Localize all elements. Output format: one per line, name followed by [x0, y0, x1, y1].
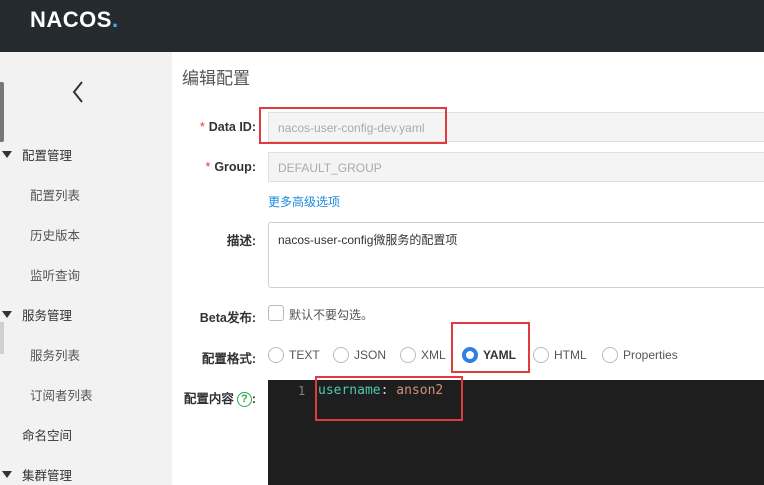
group-field[interactable]: DEFAULT_GROUP [268, 152, 764, 182]
beta-checkbox-label: 默认不要勾选。 [289, 308, 374, 322]
radio-circle-icon [533, 347, 549, 363]
format-radio-yaml[interactable]: YAML [462, 346, 516, 364]
sidebar-item-config-list[interactable]: 配置列表 [30, 184, 80, 204]
radio-circle-icon [268, 347, 284, 363]
data-id-label: * Data ID: [199, 120, 256, 134]
radio-circle-icon [602, 347, 618, 363]
sidebar-scroll-indicator [0, 322, 4, 354]
format-radio-xml[interactable]: XML [400, 346, 446, 364]
sidebar-item-namespace[interactable]: 命名空间 [22, 424, 72, 444]
sidebar: 配置管理 配置列表 历史版本 监听查询 服务管理 服务列表 订阅者列表 命名空间… [0, 52, 172, 485]
edit-config-panel: 编辑配置 * Data ID: nacos-user-config-dev.yam… [172, 52, 764, 485]
sidebar-drag-handle[interactable] [0, 82, 4, 142]
sidebar-group-service[interactable]: 服务管理 [0, 304, 72, 324]
help-icon[interactable]: ? [236, 392, 252, 408]
sidebar-item-subscriber-list[interactable]: 订阅者列表 [30, 384, 93, 404]
sidebar-group-cluster[interactable]: 集群管理 [0, 464, 72, 484]
sidebar-item-service-list[interactable]: 服务列表 [30, 344, 80, 364]
radio-circle-icon [400, 347, 416, 363]
triangle-down-icon [2, 150, 12, 158]
sidebar-item-history[interactable]: 历史版本 [30, 224, 80, 244]
config-content-editor[interactable]: 1 username: anson2 [268, 380, 764, 485]
radio-selected-icon [462, 347, 478, 363]
radio-circle-icon [333, 347, 349, 363]
format-radio-text[interactable]: TEXT [268, 346, 320, 364]
triangle-down-icon [2, 470, 12, 478]
code-line[interactable]: username: anson2 [318, 383, 443, 398]
format-label: 配置格式: [201, 352, 256, 366]
collapse-sidebar-button[interactable] [66, 78, 92, 106]
page-title: 编辑配置 [182, 69, 250, 88]
triangle-down-icon [2, 310, 12, 318]
description-label: 描述: [226, 234, 256, 248]
sidebar-group-config[interactable]: 配置管理 [0, 144, 72, 164]
group-label: * Group: [205, 160, 256, 174]
format-radio-properties[interactable]: Properties [602, 346, 678, 364]
editor-gutter [268, 380, 312, 485]
beta-label: Beta发布: [199, 311, 256, 325]
content-label: 配置内容?: [183, 392, 256, 408]
nacos-logo[interactable]: NACOS. [30, 7, 119, 33]
data-id-field[interactable]: nacos-user-config-dev.yaml [268, 112, 764, 142]
top-bar: NACOS. [0, 0, 764, 52]
format-radio-json[interactable]: JSON [333, 346, 386, 364]
line-number: 1 [298, 384, 306, 398]
format-radio-html[interactable]: HTML [533, 346, 587, 364]
beta-checkbox[interactable] [268, 305, 284, 321]
chevron-left-icon [72, 81, 83, 103]
more-advanced-options-link[interactable]: 更多高级选项 [268, 193, 340, 210]
description-textarea[interactable]: nacos-user-config微服务的配置项 [268, 222, 764, 288]
sidebar-item-listener-query[interactable]: 监听查询 [30, 264, 80, 284]
